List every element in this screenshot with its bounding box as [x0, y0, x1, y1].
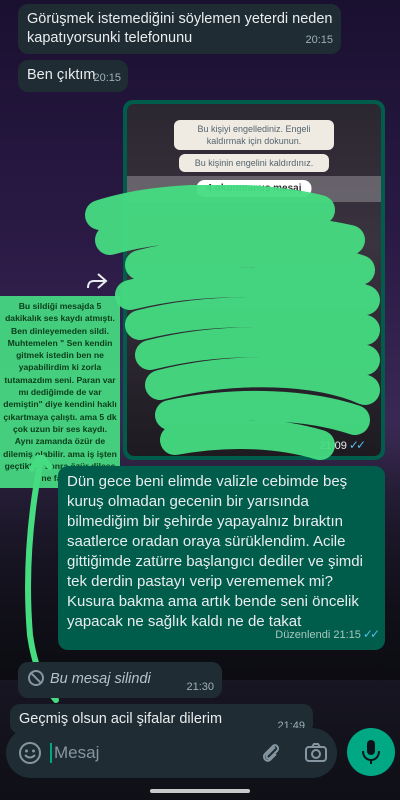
highlighter-scribble [85, 185, 380, 460]
emoji-icon[interactable] [18, 741, 42, 770]
message-time: 21:30 [186, 681, 214, 693]
message-text: Dün gece beni elimde valizle cebimde beş… [67, 473, 363, 630]
message-text: Ben çıktım [27, 67, 96, 83]
mic-button[interactable] [347, 728, 395, 776]
camera-icon[interactable] [304, 741, 328, 770]
message-meta: Düzenlendi 21:15 ✓✓ [275, 627, 380, 641]
message-composer: Mesaj [6, 728, 337, 778]
message-time: 20:15 [93, 72, 121, 84]
read-ticks-icon: ✓✓ [362, 627, 380, 641]
system-nav-handle[interactable] [150, 789, 250, 793]
deleted-message[interactable]: Bu mesaj silindi 21:30 [18, 662, 222, 698]
unblocked-notice: Bu kişinin engelini kaldırdınız. [179, 154, 329, 172]
message-text: Görüşmek istemediğini söylemen yeterdi n… [27, 11, 333, 46]
deleted-icon [28, 670, 44, 686]
incoming-message[interactable]: Ben çıktım 20:15 [18, 60, 128, 92]
message-input[interactable]: Mesaj [50, 743, 99, 763]
deleted-text: Bu mesaj silindi [50, 671, 151, 687]
attach-icon[interactable] [260, 741, 282, 770]
outgoing-message[interactable]: Dün gece beni elimde valizle cebimde beş… [58, 466, 385, 650]
message-text: Geçmiş olsun acil şifalar dilerim [19, 711, 223, 727]
message-time: 20:15 [305, 34, 333, 46]
mic-icon [361, 739, 381, 770]
incoming-message[interactable]: Görüşmek istemediğini söylemen yeterdi n… [18, 4, 341, 54]
blocked-notice: Bu kişiyi engellediniz. Engeli kaldırmak… [174, 120, 334, 150]
